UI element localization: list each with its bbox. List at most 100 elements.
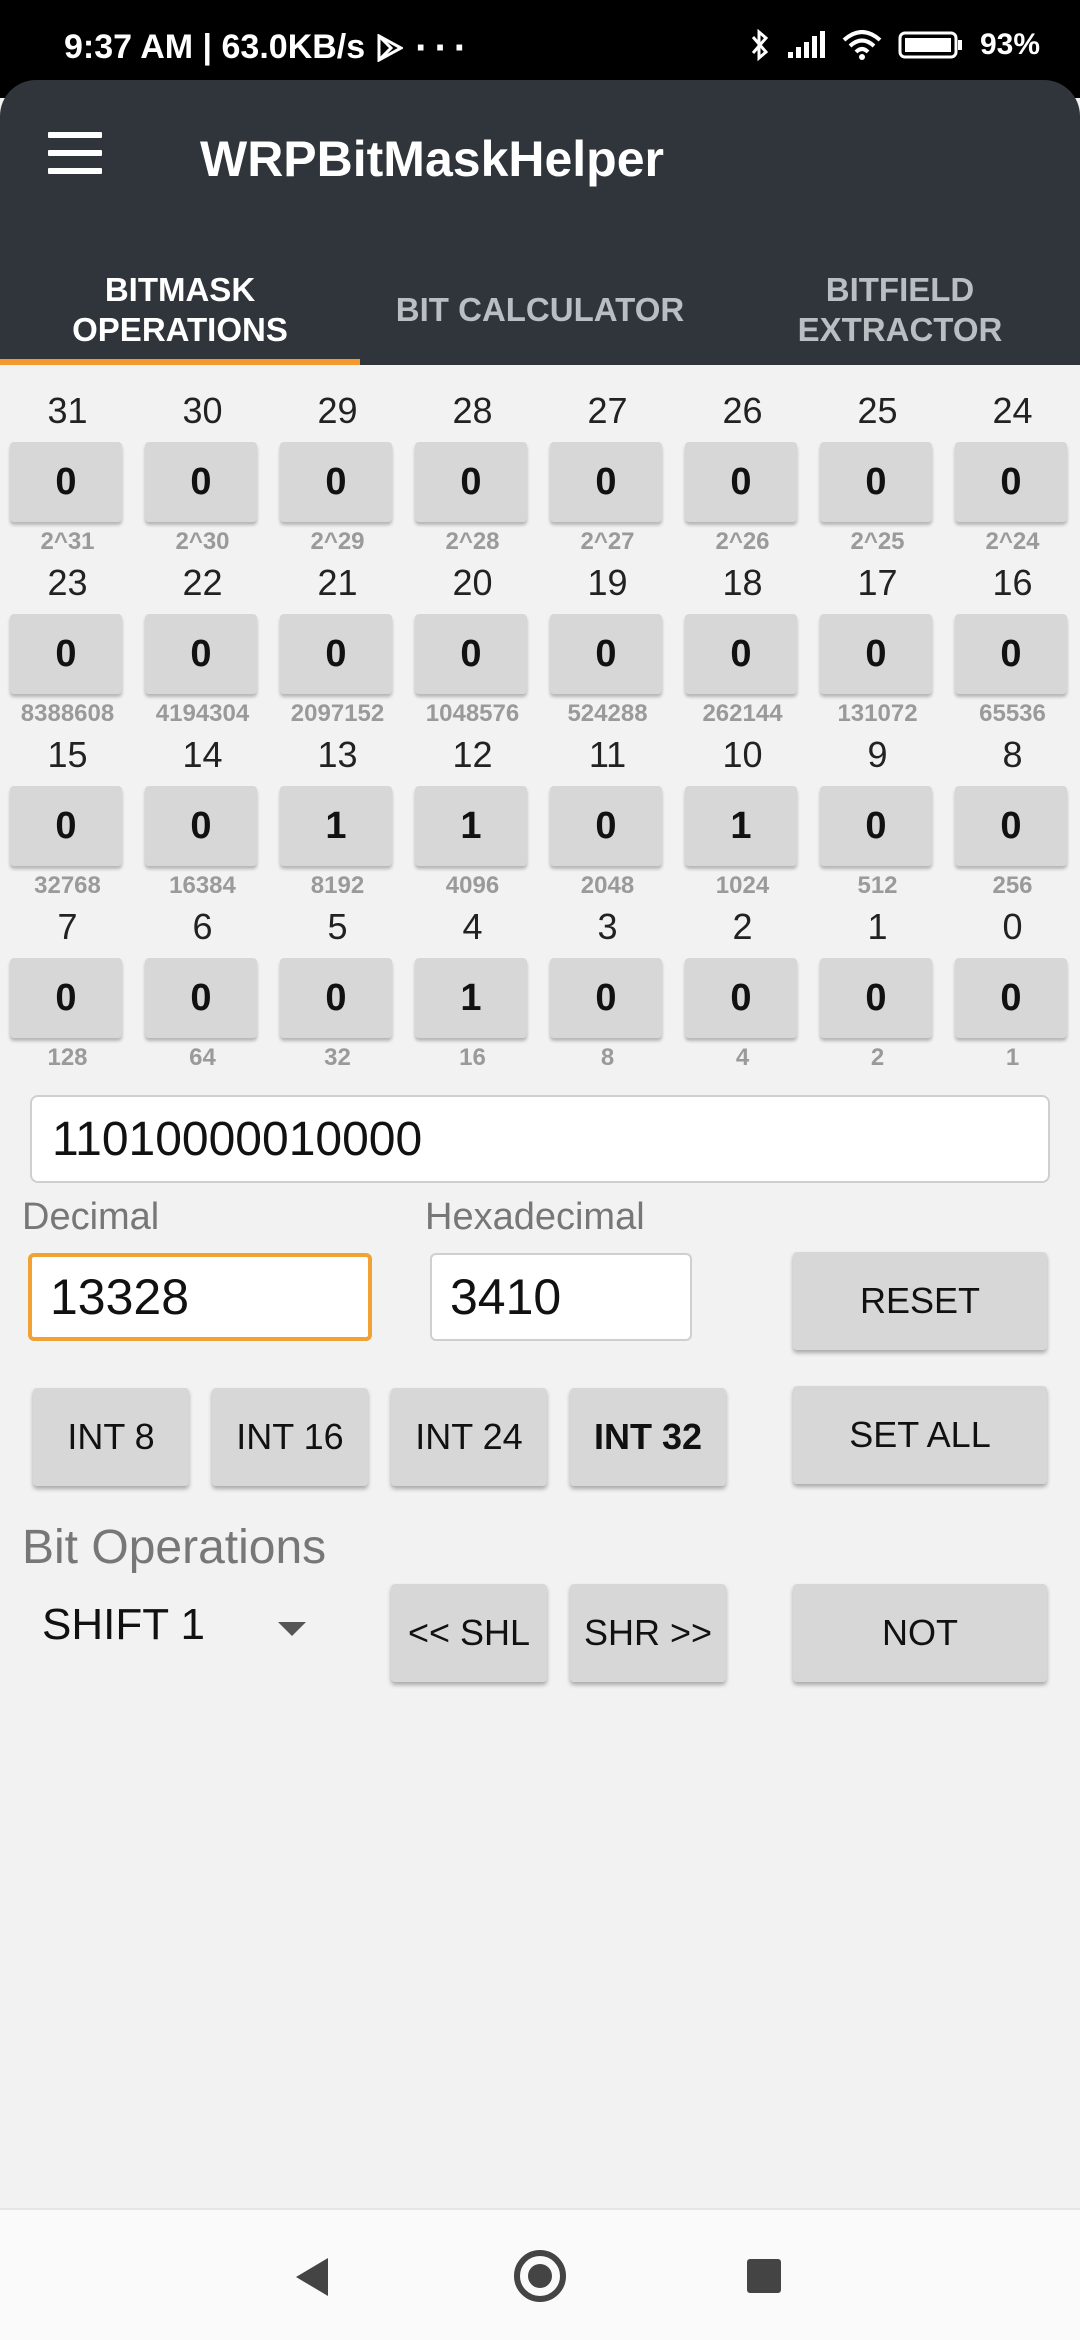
bit-index: 13 bbox=[317, 734, 358, 775]
bit-toggle[interactable]: 0 bbox=[280, 958, 392, 1038]
bit-weight: 2^24 bbox=[985, 528, 1040, 555]
bit-toggle[interactable]: 0 bbox=[145, 958, 257, 1038]
bit-cell: 23 0 8388608 bbox=[0, 562, 135, 734]
bit-index: 29 bbox=[317, 390, 358, 431]
bit-toggle[interactable]: 0 bbox=[685, 958, 797, 1038]
status-left: 9:37 AM | 63.0KB/s ··· bbox=[64, 28, 473, 68]
bit-toggle[interactable]: 0 bbox=[415, 614, 527, 694]
bit-toggle[interactable]: 0 bbox=[820, 786, 932, 866]
bit-weight: 256 bbox=[992, 872, 1033, 899]
bit-toggle[interactable]: 0 bbox=[550, 614, 662, 694]
bit-index: 5 bbox=[327, 906, 348, 947]
bit-index: 8 bbox=[1002, 734, 1023, 775]
bit-weight: 32 bbox=[324, 1044, 351, 1071]
bit-weight: 65536 bbox=[979, 700, 1046, 727]
int32-button[interactable]: INT 32 bbox=[570, 1388, 726, 1486]
back-icon[interactable] bbox=[296, 2258, 328, 2296]
decimal-input[interactable]: 13328 bbox=[28, 1253, 372, 1341]
bit-index: 7 bbox=[57, 906, 78, 947]
bit-index: 27 bbox=[587, 390, 628, 431]
not-button[interactable]: NOT bbox=[793, 1584, 1047, 1682]
shift-select-value: SHIFT 1 bbox=[42, 1600, 206, 1649]
bit-toggle[interactable]: 0 bbox=[10, 958, 122, 1038]
bit-toggle[interactable]: 0 bbox=[820, 614, 932, 694]
menu-icon[interactable] bbox=[48, 132, 104, 180]
bit-toggle[interactable]: 0 bbox=[550, 958, 662, 1038]
bit-weight: 2^27 bbox=[580, 528, 635, 555]
bit-cell: 30 0 2^30 bbox=[135, 390, 270, 562]
bit-cell: 29 0 2^29 bbox=[270, 390, 405, 562]
bit-weight: 512 bbox=[857, 872, 898, 899]
bit-toggle[interactable]: 0 bbox=[685, 614, 797, 694]
bit-toggle[interactable]: 0 bbox=[955, 786, 1067, 866]
bit-toggle[interactable]: 0 bbox=[10, 614, 122, 694]
bit-cell: 6 0 64 bbox=[135, 906, 270, 1078]
bit-weight: 2^25 bbox=[850, 528, 905, 555]
bit-toggle[interactable]: 0 bbox=[10, 442, 122, 522]
bit-toggle[interactable]: 1 bbox=[280, 786, 392, 866]
bit-cell: 2 0 4 bbox=[675, 906, 810, 1078]
set-all-button[interactable]: SET ALL bbox=[793, 1386, 1047, 1484]
int16-button[interactable]: INT 16 bbox=[212, 1388, 368, 1486]
bit-toggle[interactable]: 1 bbox=[685, 786, 797, 866]
bit-cell: 16 0 65536 bbox=[945, 562, 1080, 734]
bit-toggle[interactable]: 0 bbox=[955, 958, 1067, 1038]
recents-icon[interactable] bbox=[747, 2259, 781, 2293]
bit-cell: 10 1 1024 bbox=[675, 734, 810, 906]
bit-cell: 19 0 524288 bbox=[540, 562, 675, 734]
bit-index: 11 bbox=[588, 734, 627, 775]
bit-cell: 28 0 2^28 bbox=[405, 390, 540, 562]
bit-toggle[interactable]: 0 bbox=[10, 786, 122, 866]
bit-index: 28 bbox=[452, 390, 493, 431]
tab-bar: BITMASK OPERATIONS BIT CALCULATOR BITFIE… bbox=[0, 255, 1080, 365]
signal-icon bbox=[787, 31, 825, 58]
shl-button[interactable]: << SHL bbox=[391, 1584, 547, 1682]
tab-bitfield-extractor[interactable]: BITFIELD EXTRACTOR bbox=[720, 255, 1080, 365]
bit-cell: 11 0 2048 bbox=[540, 734, 675, 906]
hexadecimal-input[interactable]: 3410 bbox=[430, 1253, 692, 1341]
bit-index: 0 bbox=[1002, 906, 1023, 947]
battery-icon bbox=[898, 31, 962, 59]
bit-toggle[interactable]: 0 bbox=[145, 786, 257, 866]
bit-cell: 13 1 8192 bbox=[270, 734, 405, 906]
app-bar: WRPBitMaskHelper BITMASK OPERATIONS BIT … bbox=[0, 80, 1080, 365]
shift-select[interactable]: SHIFT 1 bbox=[42, 1600, 322, 1664]
bit-weight: 1024 bbox=[715, 872, 770, 899]
tab-bit-calculator[interactable]: BIT CALCULATOR bbox=[360, 255, 720, 365]
bit-toggle[interactable]: 0 bbox=[550, 786, 662, 866]
bit-weight: 2^28 bbox=[445, 528, 500, 555]
bit-cell: 5 0 32 bbox=[270, 906, 405, 1078]
bit-cell: 21 0 2097152 bbox=[270, 562, 405, 734]
bit-toggle[interactable]: 1 bbox=[415, 958, 527, 1038]
bit-toggle[interactable]: 0 bbox=[280, 442, 392, 522]
reset-button[interactable]: RESET bbox=[793, 1252, 1047, 1350]
bit-cell: 18 0 262144 bbox=[675, 562, 810, 734]
bit-toggle[interactable]: 0 bbox=[145, 614, 257, 694]
bit-toggle[interactable]: 0 bbox=[820, 958, 932, 1038]
bit-toggle[interactable]: 0 bbox=[415, 442, 527, 522]
bit-cell: 3 0 8 bbox=[540, 906, 675, 1078]
int24-button[interactable]: INT 24 bbox=[391, 1388, 547, 1486]
bit-weight: 16384 bbox=[169, 872, 236, 899]
bit-toggle[interactable]: 0 bbox=[550, 442, 662, 522]
bit-index: 30 bbox=[182, 390, 223, 431]
bit-weight: 64 bbox=[189, 1044, 216, 1071]
bit-weight: 2^29 bbox=[310, 528, 365, 555]
bit-toggle[interactable]: 0 bbox=[145, 442, 257, 522]
system-nav-bar bbox=[0, 2210, 1080, 2340]
bit-weight: 2 bbox=[870, 1044, 885, 1071]
tab-bitmask-operations[interactable]: BITMASK OPERATIONS bbox=[0, 255, 360, 365]
bit-weight: 1 bbox=[1005, 1044, 1020, 1071]
bit-toggle[interactable]: 1 bbox=[415, 786, 527, 866]
home-icon[interactable] bbox=[514, 2250, 566, 2302]
shr-button[interactable]: SHR >> bbox=[570, 1584, 726, 1682]
bit-toggle[interactable]: 0 bbox=[955, 442, 1067, 522]
bit-index: 17 bbox=[857, 562, 898, 603]
bit-toggle[interactable]: 0 bbox=[685, 442, 797, 522]
binary-value-field[interactable]: 11010000010000 bbox=[30, 1095, 1050, 1183]
bit-toggle[interactable]: 0 bbox=[955, 614, 1067, 694]
bit-toggle[interactable]: 0 bbox=[820, 442, 932, 522]
bit-cell: 20 0 1048576 bbox=[405, 562, 540, 734]
bit-toggle[interactable]: 0 bbox=[280, 614, 392, 694]
int8-button[interactable]: INT 8 bbox=[33, 1388, 189, 1486]
